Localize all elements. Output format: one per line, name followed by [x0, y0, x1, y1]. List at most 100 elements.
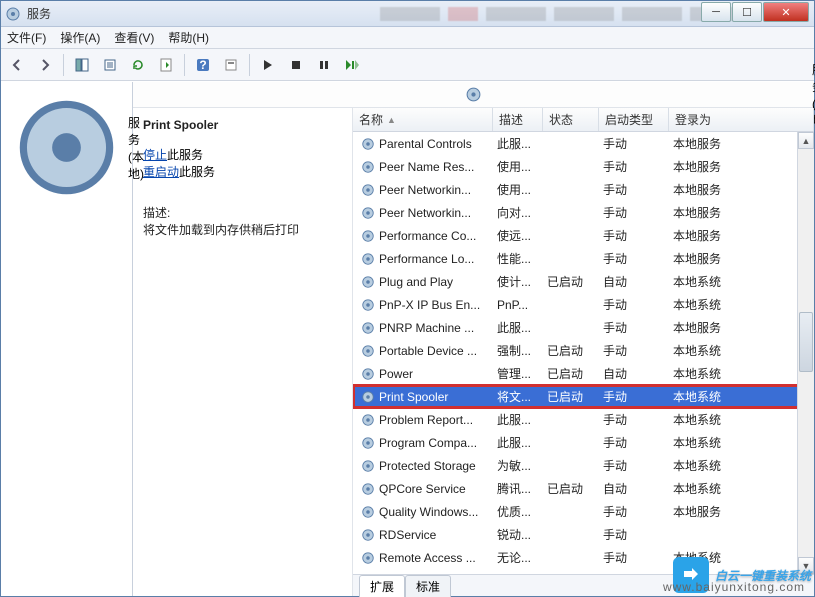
gear-icon: [361, 551, 375, 565]
service-row[interactable]: Parental Controls此服...手动本地服务: [353, 132, 814, 155]
service-row[interactable]: PnP-X IP Bus En...PnP...手动本地系统: [353, 293, 814, 316]
service-row[interactable]: Peer Name Res...使用...手动本地服务: [353, 155, 814, 178]
watermark: 白云一键重装系统 www.baiyunxitong.com: [673, 557, 811, 593]
start-service-button[interactable]: [256, 53, 280, 77]
cell-logon: 本地服务: [669, 158, 814, 175]
gear-icon: [361, 229, 375, 243]
col-name[interactable]: 名称▲: [353, 108, 493, 131]
service-row[interactable]: Print Spooler将文...已启动手动本地系统: [353, 385, 814, 408]
service-row[interactable]: PNRP Machine ...此服...手动本地服务: [353, 316, 814, 339]
selected-service-name: Print Spooler: [143, 118, 342, 132]
maximize-button[interactable]: ☐: [732, 2, 762, 22]
vertical-scrollbar[interactable]: ▲ ▼: [797, 132, 814, 574]
gear-icon: [361, 160, 375, 174]
cell-name: PNRP Machine ...: [379, 321, 474, 335]
cell-name: Quality Windows...: [379, 505, 478, 519]
menu-action[interactable]: 操作(A): [60, 29, 100, 46]
menu-help[interactable]: 帮助(H): [168, 29, 209, 46]
col-startup[interactable]: 启动类型: [599, 108, 669, 131]
cell-status: 已启动: [543, 342, 599, 359]
help-button[interactable]: ?: [191, 53, 215, 77]
stop-service-button[interactable]: [284, 53, 308, 77]
cell-desc: 向对...: [493, 204, 543, 221]
service-row[interactable]: Plug and Play使计...已启动自动本地系统: [353, 270, 814, 293]
cell-logon: 本地系统: [669, 388, 814, 405]
restart-service-button[interactable]: [340, 53, 364, 77]
show-hide-tree-button[interactable]: [70, 53, 94, 77]
service-row[interactable]: Peer Networkin...向对...手动本地服务: [353, 201, 814, 224]
cell-logon: 本地服务: [669, 250, 814, 267]
service-row[interactable]: Peer Networkin...使用...手动本地服务: [353, 178, 814, 201]
service-row[interactable]: Quality Windows...优质...手动本地服务: [353, 500, 814, 523]
close-button[interactable]: ✕: [763, 2, 809, 22]
cell-desc: 强制...: [493, 342, 543, 359]
cell-desc: 此服...: [493, 319, 543, 336]
cell-name: RDService: [379, 528, 436, 542]
cell-desc: 使远...: [493, 227, 543, 244]
forward-button[interactable]: [33, 53, 57, 77]
tab-extended[interactable]: 扩展: [359, 575, 405, 597]
properties-button[interactable]: [154, 53, 178, 77]
gear-icon: [361, 252, 375, 266]
scroll-thumb[interactable]: [799, 312, 813, 372]
menu-file[interactable]: 文件(F): [7, 29, 46, 46]
col-description[interactable]: 描述: [493, 108, 543, 131]
menu-view[interactable]: 查看(V): [114, 29, 154, 46]
cell-status: 已启动: [543, 480, 599, 497]
stop-service-link[interactable]: 停止: [143, 148, 167, 162]
col-logon[interactable]: 登录为: [669, 108, 814, 131]
col-status[interactable]: 状态: [543, 108, 599, 131]
cell-logon: 本地系统: [669, 457, 814, 474]
cell-name: Program Compa...: [379, 436, 477, 450]
title-bar: 服务 ─ ☐ ✕: [1, 1, 814, 27]
cell-startup: 手动: [599, 342, 669, 359]
service-row[interactable]: Protected Storage为敏...手动本地系统: [353, 454, 814, 477]
cell-logon: 本地系统: [669, 273, 814, 290]
cell-startup: 手动: [599, 296, 669, 313]
gear-icon: [361, 321, 375, 335]
pause-service-button[interactable]: [312, 53, 336, 77]
export-list-button[interactable]: [98, 53, 122, 77]
gear-icon: [361, 459, 375, 473]
scroll-up-button[interactable]: ▲: [798, 132, 814, 149]
cell-status: 已启动: [543, 273, 599, 290]
cell-desc: 使用...: [493, 181, 543, 198]
cell-startup: 手动: [599, 503, 669, 520]
refresh-button[interactable]: [126, 53, 150, 77]
back-button[interactable]: [5, 53, 29, 77]
gear-icon: [361, 183, 375, 197]
service-row[interactable]: RDService锐动...手动: [353, 523, 814, 546]
cell-desc: 此服...: [493, 434, 543, 451]
gear-icon: [361, 390, 375, 404]
service-row[interactable]: Program Compa...此服...手动本地系统: [353, 431, 814, 454]
toolbar-icon[interactable]: [219, 53, 243, 77]
service-row[interactable]: Performance Co...使远...手动本地服务: [353, 224, 814, 247]
minimize-button[interactable]: ─: [701, 2, 731, 22]
services-list: 名称▲ 描述 状态 启动类型 登录为 Parental Controls此服..…: [353, 108, 814, 596]
service-row[interactable]: QPCore Service腾讯...已启动自动本地系统: [353, 477, 814, 500]
cell-name: Peer Networkin...: [379, 183, 471, 197]
cell-logon: 本地服务: [669, 181, 814, 198]
tree-item-services-local[interactable]: 服务(本地): [5, 88, 128, 207]
cell-desc: 为敏...: [493, 457, 543, 474]
description-label: 描述:: [143, 204, 342, 221]
cell-desc: 管理...: [493, 365, 543, 382]
service-row[interactable]: Power管理...已启动自动本地系统: [353, 362, 814, 385]
cell-status: 已启动: [543, 365, 599, 382]
restart-service-link[interactable]: 重启动: [143, 165, 179, 179]
gear-icon: [361, 137, 375, 151]
cell-startup: 自动: [599, 273, 669, 290]
service-row[interactable]: Performance Lo...性能...手动本地服务: [353, 247, 814, 270]
service-row[interactable]: Portable Device ...强制...已启动手动本地系统: [353, 339, 814, 362]
service-row[interactable]: Problem Report...此服...手动本地系统: [353, 408, 814, 431]
cell-desc: 锐动...: [493, 526, 543, 543]
cell-desc: 腾讯...: [493, 480, 543, 497]
cell-startup: 手动: [599, 135, 669, 152]
cell-logon: 本地服务: [669, 227, 814, 244]
cell-name: QPCore Service: [379, 482, 466, 496]
cell-desc: PnP...: [493, 298, 543, 312]
tab-standard[interactable]: 标准: [405, 575, 451, 597]
description-text: 将文件加载到内存供稍后打印: [143, 221, 342, 238]
cell-name: Power: [379, 367, 413, 381]
sort-asc-icon: ▲: [387, 115, 396, 125]
